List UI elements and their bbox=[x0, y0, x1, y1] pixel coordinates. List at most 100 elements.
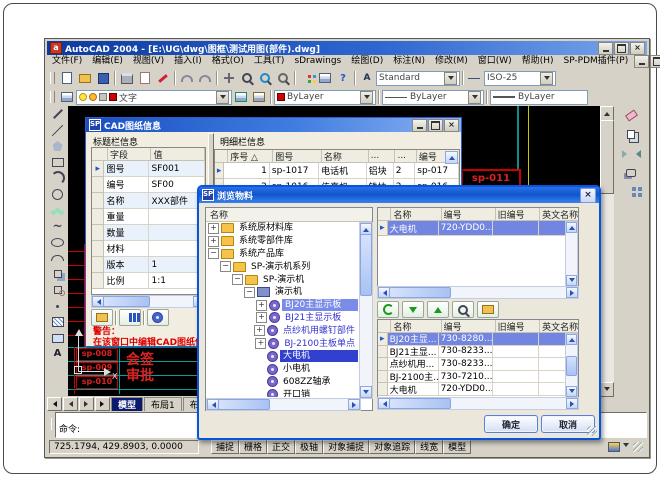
linetype-dropdown[interactable] bbox=[468, 91, 481, 104]
tree-item-label[interactable]: 608ZZ轴承 bbox=[280, 376, 334, 388]
color-combo[interactable]: ByLayer bbox=[274, 90, 376, 105]
scroll-thumb[interactable] bbox=[389, 287, 451, 298]
text-style-dropdown[interactable] bbox=[444, 72, 457, 85]
menu-insert[interactable]: 插入(I) bbox=[169, 55, 207, 68]
revision-cloud-button[interactable] bbox=[49, 202, 67, 218]
table-row[interactable]: 重量 bbox=[92, 209, 205, 225]
make-layer-current-button[interactable] bbox=[232, 89, 250, 105]
toggle-model[interactable]: 模型 bbox=[443, 440, 471, 454]
tree-item-label[interactable]: 系统产品库 bbox=[236, 248, 287, 260]
cell-drawingno[interactable]: sp-1017 bbox=[270, 163, 319, 179]
table-row[interactable]: 材料 bbox=[92, 241, 205, 257]
ellipse-button[interactable] bbox=[49, 234, 67, 250]
tree-item-raw-lib[interactable]: +系统原材料库 bbox=[206, 222, 358, 235]
cell-code[interactable]: 730-8280... bbox=[439, 333, 494, 346]
cell-oldcode[interactable] bbox=[493, 371, 538, 384]
scroll-right-button[interactable] bbox=[348, 399, 360, 410]
toolbar-grip[interactable] bbox=[50, 72, 55, 84]
communication-center-icon[interactable] bbox=[608, 442, 620, 452]
table-row[interactable]: ▸ 图号 SF001 bbox=[92, 161, 205, 177]
tree-item-screw-part[interactable]: +点纱机用螺钉部件 bbox=[206, 324, 358, 337]
collapse-icon[interactable]: − bbox=[220, 261, 231, 272]
cell-code[interactable]: 720-YDD0... bbox=[439, 221, 494, 236]
resize-grip[interactable] bbox=[633, 442, 643, 452]
import-down-button[interactable] bbox=[402, 301, 424, 318]
column-header-enname[interactable]: 英文名称 bbox=[540, 320, 578, 333]
bottom-table-hscrollbar[interactable] bbox=[377, 397, 579, 410]
tab-first-button[interactable] bbox=[47, 397, 62, 411]
cell-value[interactable]: SF001 bbox=[149, 161, 205, 177]
expand-icon[interactable]: + bbox=[254, 325, 265, 336]
cell-field[interactable]: 数量 bbox=[104, 225, 149, 241]
scroll-thumb[interactable] bbox=[218, 399, 270, 410]
cell-field[interactable]: 材料 bbox=[104, 241, 149, 257]
cell-name[interactable]: 大电机 bbox=[388, 383, 439, 396]
close-button[interactable]: × bbox=[630, 42, 645, 55]
dialog-restore-button[interactable] bbox=[428, 119, 443, 132]
tree-item-label[interactable]: 演示机 bbox=[272, 286, 305, 298]
column-header-drawingno[interactable]: 图号 bbox=[273, 150, 322, 163]
collapse-icon[interactable]: − bbox=[208, 248, 219, 259]
tree-item-label[interactable]: BJ21主显示板 bbox=[282, 312, 344, 324]
menu-view[interactable]: 视图(V) bbox=[128, 55, 169, 68]
scroll-down-button[interactable] bbox=[600, 382, 614, 397]
lineweight-combo[interactable]: ByLayer bbox=[490, 90, 588, 105]
cell-oldcode[interactable] bbox=[493, 358, 538, 371]
browse-close-button[interactable]: × bbox=[580, 188, 596, 203]
dialog-close-button[interactable]: × bbox=[444, 119, 459, 132]
menu-tools[interactable]: 工具(T) bbox=[249, 55, 290, 68]
tree-item-sp-series[interactable]: −SP-演示机系列 bbox=[206, 260, 358, 273]
export-up-button[interactable] bbox=[427, 301, 449, 318]
material-list-table[interactable]: 名称 编号 旧编号 英文名称 ▸ BJ20主显... 730-8280... B… bbox=[377, 319, 579, 398]
top-table-hscrollbar[interactable] bbox=[377, 286, 579, 299]
cell-field[interactable]: 图号 bbox=[104, 161, 149, 177]
menu-sdrawings[interactable]: sDrawings bbox=[289, 55, 346, 68]
insert-block-button[interactable] bbox=[49, 266, 67, 282]
scroll-thumb[interactable] bbox=[360, 234, 372, 296]
ok-button[interactable]: 确定 bbox=[484, 415, 538, 433]
text-style-combo[interactable]: Standard bbox=[376, 71, 460, 86]
toggle-ortho[interactable]: 正交 bbox=[267, 440, 295, 454]
scroll-up-button[interactable] bbox=[566, 334, 577, 345]
designcenter-button[interactable] bbox=[316, 70, 334, 86]
tree-item-parts-lib[interactable]: +系统零部件库 bbox=[206, 235, 358, 248]
cell-name[interactable]: 点纱机用... bbox=[388, 358, 439, 371]
table-row[interactable]: 编号 SF00 bbox=[92, 177, 205, 193]
expand-icon[interactable]: + bbox=[256, 312, 267, 323]
toggle-lineweight[interactable]: 线宽 bbox=[415, 440, 443, 454]
cell-name[interactable]: BJ21主显... bbox=[388, 346, 439, 359]
new-button[interactable] bbox=[58, 70, 76, 86]
tree-header[interactable]: 名称 bbox=[206, 208, 372, 222]
tree-item-bj20[interactable]: +BJ20主显示板 bbox=[206, 299, 358, 312]
polygon-button[interactable] bbox=[49, 138, 67, 154]
tree-item-label[interactable]: BJ-2100主板单点 bbox=[281, 338, 358, 350]
tree-item-label[interactable]: 系统原材料库 bbox=[236, 222, 296, 234]
cell-code[interactable]: 730-8233... bbox=[439, 346, 494, 359]
tab-layout1[interactable]: 布局1 bbox=[144, 397, 182, 411]
layer-on-icon[interactable] bbox=[79, 93, 87, 101]
toggle-otrack[interactable]: 对象追踪 bbox=[369, 440, 415, 454]
table-row[interactable]: BJ-2100主... 730-7210... bbox=[378, 371, 578, 384]
open-material-button[interactable] bbox=[477, 301, 499, 318]
region-button[interactable] bbox=[49, 330, 67, 346]
tab-next-button[interactable] bbox=[79, 397, 94, 411]
layer-lock-icon[interactable] bbox=[99, 93, 107, 101]
tab-model[interactable]: 模型 bbox=[111, 397, 143, 411]
make-block-button[interactable] bbox=[49, 282, 67, 298]
menu-edit[interactable]: 编辑(E) bbox=[87, 55, 128, 68]
column-header-qty[interactable]: ... bbox=[395, 150, 416, 163]
zoom-realtime-button[interactable] bbox=[238, 70, 256, 86]
menu-help[interactable]: 帮助(H) bbox=[517, 55, 559, 68]
column-header-field[interactable]: 字段 bbox=[108, 148, 151, 161]
ellipse-arc-button[interactable] bbox=[49, 250, 67, 266]
spline-button[interactable]: ~ bbox=[49, 218, 67, 234]
cell-field[interactable]: 名称 bbox=[104, 193, 149, 209]
table-row[interactable]: ▸ 大电机 720-YDD0... bbox=[378, 221, 578, 236]
zoom-previous-button[interactable] bbox=[274, 70, 292, 86]
scroll-down-button[interactable] bbox=[566, 275, 577, 286]
menu-format[interactable]: 格式(O) bbox=[207, 55, 249, 68]
tree-item-demo-machine[interactable]: −演示机 bbox=[206, 286, 358, 299]
columns-button[interactable] bbox=[119, 309, 141, 326]
apply-to-drawing-button[interactable] bbox=[91, 309, 113, 326]
redo-button[interactable] bbox=[196, 70, 214, 86]
